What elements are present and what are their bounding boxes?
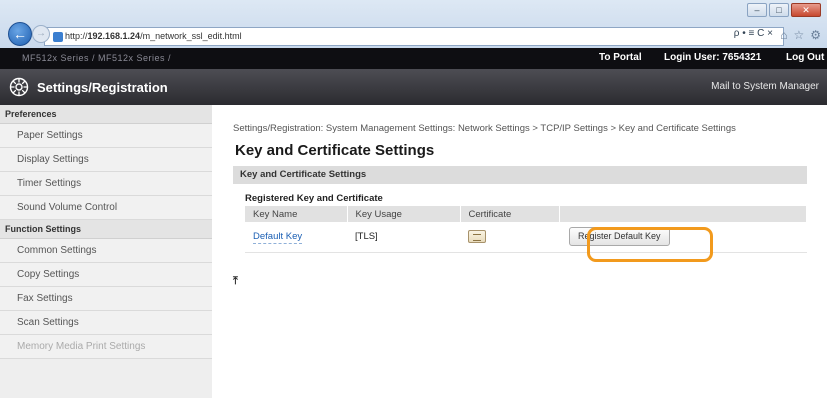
forward-button[interactable]: → <box>32 25 50 43</box>
favorites-star-icon[interactable]: ☆ <box>793 28 804 42</box>
sidebar-item-display-settings[interactable]: Display Settings <box>0 148 212 172</box>
column-header-certificate: Certificate <box>460 206 560 222</box>
table-header-row: Key Name Key Usage Certificate <box>245 206 807 222</box>
logout-link[interactable]: Log Out <box>786 52 824 63</box>
default-key-link[interactable]: Default Key <box>253 231 303 245</box>
url-host: 192.168.1.24 <box>87 31 141 41</box>
back-button[interactable]: ← <box>8 22 32 46</box>
section-header: Key and Certificate Settings <box>233 166 807 184</box>
certificate-icon[interactable] <box>468 230 486 244</box>
sidebar-item-copy-settings[interactable]: Copy Settings <box>0 263 212 287</box>
mail-system-manager-link[interactable]: Mail to System Manager <box>711 81 819 92</box>
subsection-title: Registered Key and Certificate <box>245 193 383 204</box>
sidebar-section-preferences: Preferences <box>0 105 212 124</box>
column-header-actions <box>559 206 807 222</box>
sidebar-item-sound-volume-control[interactable]: Sound Volume Control <box>0 196 212 220</box>
login-user: Login User: 7654321 <box>664 52 762 63</box>
maximize-button[interactable]: □ <box>769 3 789 17</box>
sidebar-item-memory-media-print-settings[interactable]: Memory Media Print Settings <box>0 335 212 359</box>
register-default-key-button[interactable]: Register Default Key <box>569 227 670 247</box>
sidebar: Preferences Paper Settings Display Setti… <box>0 105 212 398</box>
app-top-bar: MF512x Series / MF512x Series / To Porta… <box>0 48 827 69</box>
url-path: /m_network_ssl_edit.html <box>140 31 242 41</box>
key-usage-cell: [TLS] <box>347 222 460 253</box>
title-bar: Settings/Registration Mail to System Man… <box>0 69 827 105</box>
window-controls: – □ ✕ <box>747 3 821 17</box>
to-portal-link[interactable]: To Portal <box>599 52 642 63</box>
back-to-top-icon[interactable]: ⤒ <box>233 276 238 287</box>
key-name-cell[interactable]: Default Key <box>245 222 347 253</box>
home-icon[interactable]: ⌂ <box>780 28 787 42</box>
breadcrumb: Settings/Registration: System Management… <box>233 123 736 134</box>
certificate-cell <box>460 222 559 253</box>
url-prefix: http:// <box>65 31 88 41</box>
sidebar-section-function-settings: Function Settings <box>0 220 212 239</box>
main-content: Settings/Registration: System Management… <box>212 105 827 398</box>
close-window-button[interactable]: ✕ <box>791 3 821 17</box>
minimize-button[interactable]: – <box>747 3 767 17</box>
browser-chrome: – □ ✕ http://192.168.1.24/m_network_ssl_… <box>0 0 827 48</box>
address-tools[interactable]: ρ • ≡ C × <box>734 28 773 39</box>
key-table: Key Name Key Usage Certificate Default K… <box>245 206 807 253</box>
tools-gear-icon[interactable]: ⚙ <box>810 28 821 42</box>
sidebar-item-common-settings[interactable]: Common Settings <box>0 239 212 263</box>
sidebar-item-timer-settings[interactable]: Timer Settings <box>0 172 212 196</box>
device-name: MF512x Series / MF512x Series / <box>22 53 172 63</box>
browser-nav-icons: ⌂ ☆ ⚙ <box>780 28 821 42</box>
settings-gear-icon <box>9 77 29 97</box>
column-header-key-usage: Key Usage <box>347 206 461 222</box>
sidebar-item-scan-settings[interactable]: Scan Settings <box>0 311 212 335</box>
sidebar-item-paper-settings[interactable]: Paper Settings <box>0 124 212 148</box>
column-header-key-name: Key Name <box>245 206 348 222</box>
favicon-icon <box>53 32 63 42</box>
action-cell: Register Default Key <box>559 222 807 253</box>
table-row: Default Key [TLS] Register Default Key <box>245 222 807 253</box>
address-bar[interactable]: http://192.168.1.24/m_network_ssl_edit.h… <box>44 27 784 46</box>
page-header-title: Settings/Registration <box>37 80 168 95</box>
page-title: Key and Certificate Settings <box>235 142 435 159</box>
sidebar-item-fax-settings[interactable]: Fax Settings <box>0 287 212 311</box>
